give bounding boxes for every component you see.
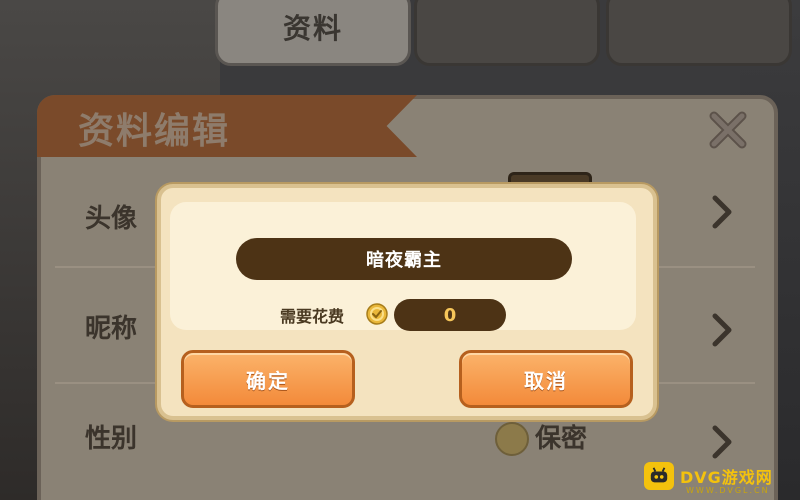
dvg-logo-icon — [644, 462, 674, 490]
row-nickname-label: 昵称 — [85, 314, 138, 344]
tab-3[interactable] — [606, 0, 792, 66]
chevron-right-icon — [711, 194, 733, 230]
coin-icon — [366, 303, 388, 325]
cost-value: 0 — [394, 299, 506, 331]
gender-icon — [495, 422, 529, 456]
nickname-display[interactable]: 暗夜霸主 — [236, 238, 572, 280]
cancel-button[interactable]: 取消 — [459, 350, 633, 408]
game-screen: 资料 资料编辑 头像 昵称 性别 保密 暗夜霸主 需要花费 0 确定 取消 DV… — [0, 0, 800, 500]
watermark-url: WWW.DVGL.CN — [686, 486, 770, 495]
gender-value: 保密 — [535, 424, 588, 454]
cost-label: 需要花费 — [280, 307, 345, 326]
row-gender-label: 性别 — [85, 424, 138, 454]
close-button[interactable] — [700, 102, 756, 158]
chevron-right-icon — [711, 312, 733, 348]
row-avatar-label: 头像 — [85, 204, 138, 234]
close-icon — [709, 111, 747, 149]
tab-2[interactable] — [414, 0, 600, 66]
tab-profile[interactable]: 资料 — [215, 0, 411, 66]
confirm-button[interactable]: 确定 — [181, 350, 355, 408]
watermark-text: DVG游戏网 — [680, 468, 773, 487]
tab-profile-label: 资料 — [282, 12, 343, 45]
panel-title: 资料编辑 — [78, 111, 231, 152]
